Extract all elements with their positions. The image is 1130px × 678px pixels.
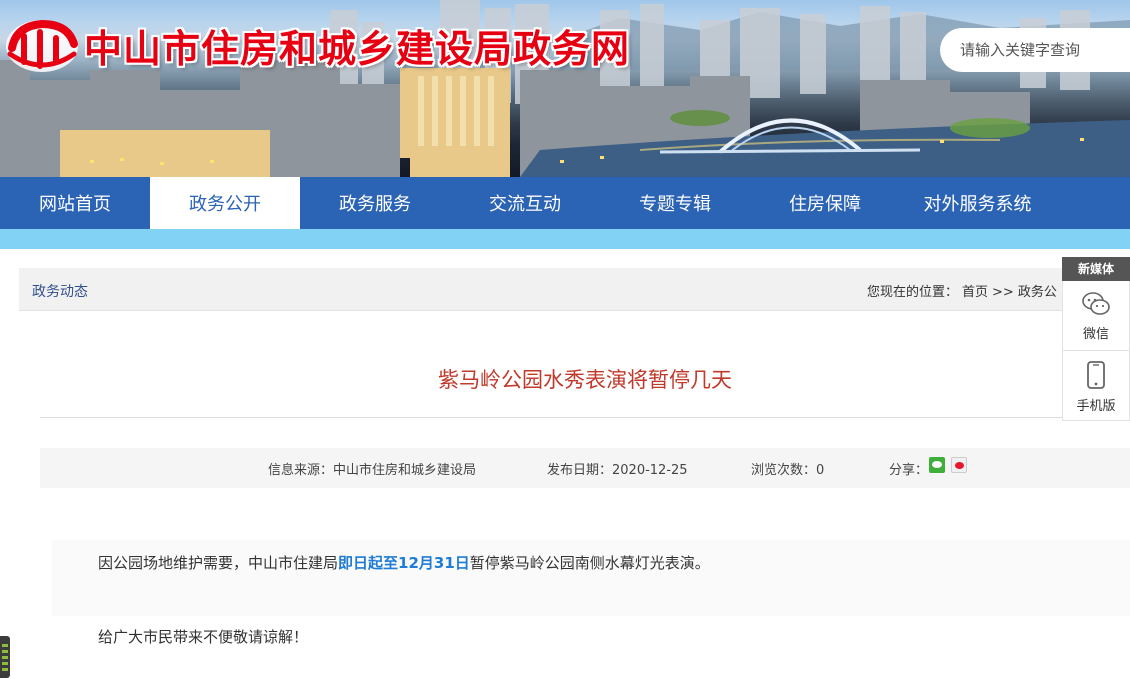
- view-count: 浏览次数：0: [751, 463, 825, 478]
- breadcrumb-current-link[interactable]: 政务公: [1018, 285, 1057, 300]
- main-nav: 网站首页 政务公开 政务服务 交流互动 专题专辑 住房保障 对外服务系统: [0, 177, 1130, 229]
- wechat-icon: [1082, 292, 1110, 315]
- article-paragraph-2: 给广大市民带来不便敬请谅解！: [98, 628, 309, 646]
- new-media-side-panel: 新媒体 微信 手机版: [1062, 257, 1130, 421]
- search-input[interactable]: [940, 28, 1130, 72]
- title-divider: [40, 417, 1130, 418]
- breadcrumb: 您现在的位置： 首页 >> 政务公: [867, 281, 1061, 300]
- side-item-label: 微信: [1082, 327, 1109, 342]
- mobile-phone-icon: [1087, 361, 1105, 389]
- paragraph-text: 暂停紫马岭公园南侧水幕灯光表演。: [469, 554, 710, 572]
- breadcrumb-bar: 政务动态 您现在的位置： 首页 >> 政务公: [19, 268, 1130, 311]
- section-name[interactable]: 政务动态: [32, 281, 88, 301]
- breadcrumb-home-link[interactable]: 首页: [962, 285, 988, 300]
- nav-item-external-systems[interactable]: 对外服务系统: [900, 177, 1055, 229]
- nav-item-housing[interactable]: 住房保障: [750, 177, 900, 229]
- publish-date: 发布日期：2020-12-25: [547, 463, 688, 478]
- highlighted-date-range: 即日起至12月31日: [338, 554, 470, 572]
- side-item-label: 手机版: [1076, 399, 1116, 414]
- article-paragraph-1: 因公园场地维护需要，中山市住建局即日起至12月31日暂停紫马岭公园南侧水幕灯光表…: [52, 540, 1130, 616]
- wechat-share-icon[interactable]: [929, 457, 945, 473]
- info-source: 信息来源：中山市住房和城乡建设局: [268, 463, 477, 478]
- nav-item-government-affairs[interactable]: 政务公开: [150, 177, 300, 229]
- paragraph-text: 因公园场地维护需要，中山市住建局: [98, 554, 339, 572]
- edge-tool-widget[interactable]: [0, 636, 10, 678]
- nav-item-interaction[interactable]: 交流互动: [450, 177, 600, 229]
- article-meta-bar: 信息来源：中山市住房和城乡建设局 发布日期：2020-12-25 浏览次数：0 …: [40, 448, 1130, 488]
- side-panel-header: 新媒体: [1062, 257, 1130, 281]
- site-logo-icon[interactable]: [2, 14, 82, 76]
- side-item-wechat[interactable]: 微信: [1062, 281, 1130, 351]
- header-banner: 中山市住房和城乡建设局政务网: [0, 0, 1130, 177]
- nav-item-home[interactable]: 网站首页: [0, 177, 150, 229]
- nav-accent-strip: [0, 229, 1130, 249]
- article-title: 紫马岭公园水秀表演将暂停几天: [438, 368, 732, 392]
- nav-item-services[interactable]: 政务服务: [300, 177, 450, 229]
- share-label: 分享：: [889, 463, 929, 478]
- side-item-mobile[interactable]: 手机版: [1062, 351, 1130, 421]
- weibo-share-icon[interactable]: [951, 457, 967, 473]
- site-title: 中山市住房和城乡建设局政务网: [84, 27, 631, 71]
- breadcrumb-separator: >>: [992, 285, 1014, 300]
- location-label: 您现在的位置：: [867, 285, 959, 300]
- nav-item-topics[interactable]: 专题专辑: [600, 177, 750, 229]
